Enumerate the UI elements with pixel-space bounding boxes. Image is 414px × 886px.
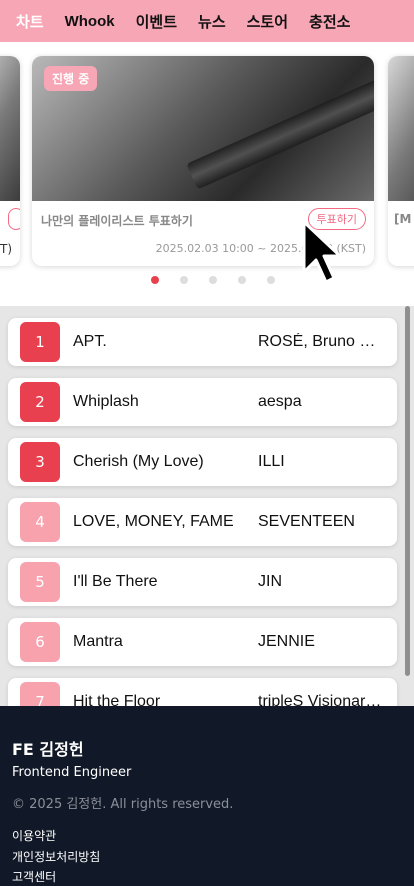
carousel-dots: [0, 276, 414, 284]
carousel-card-previous[interactable]: T): [0, 56, 20, 266]
chart-row[interactable]: 7 Hit the Floor tripleS Visionary Vision: [8, 678, 397, 706]
song-title: Hit the Floor: [73, 693, 161, 706]
artist-name: JENNIE: [258, 633, 315, 650]
mouse-cursor-icon: [302, 220, 342, 284]
chart-row[interactable]: 2 Whiplash aespa: [8, 378, 397, 426]
song-title: Cherish (My Love): [73, 453, 204, 470]
nav-tab-charging[interactable]: 충전소: [309, 11, 350, 32]
card-title-partial: [M: [394, 212, 412, 226]
rank-badge: 7: [20, 682, 60, 706]
nav-tab-whook[interactable]: Whook: [65, 13, 115, 30]
artist-name: aespa: [258, 393, 302, 410]
scrollbar[interactable]: [405, 306, 410, 676]
footer-link-terms[interactable]: 이용약관: [12, 827, 56, 844]
card-image: [388, 56, 414, 201]
vote-button-partial[interactable]: [8, 208, 20, 230]
artist-name: JIN: [258, 573, 282, 590]
carousel-card-next[interactable]: [M: [388, 56, 414, 266]
carousel-dot[interactable]: [267, 276, 275, 284]
footer-role: Frontend Engineer: [12, 765, 132, 780]
song-title: APT.: [73, 333, 107, 350]
carousel-dot[interactable]: [180, 276, 188, 284]
artist-name: ILLI: [258, 453, 285, 470]
footer-copyright: © 2025 김정헌. All rights reserved.: [12, 797, 234, 812]
chart-row[interactable]: 6 Mantra JENNIE: [8, 618, 397, 666]
rank-badge: 2: [20, 382, 60, 422]
rank-badge: 3: [20, 442, 60, 482]
song-title: LOVE, MONEY, FAME: [73, 513, 234, 530]
rank-badge: 4: [20, 502, 60, 542]
card-image: [0, 56, 20, 201]
rank-badge: 6: [20, 622, 60, 662]
status-badge: 진행 중: [44, 66, 98, 91]
artist-name: SEVENTEEN: [258, 513, 355, 530]
nav-tab-news[interactable]: 뉴스: [198, 11, 226, 32]
song-title: Mantra: [73, 633, 123, 650]
footer-link-privacy[interactable]: 개인정보처리방침: [12, 848, 100, 865]
chart-row[interactable]: 1 APT. ROSÉ, Bruno Mars: [8, 318, 397, 366]
artist-name: tripleS Visionary Vision: [258, 693, 383, 706]
nav-tab-store[interactable]: 스토어: [247, 11, 288, 32]
song-title: I'll Be There: [73, 573, 158, 590]
footer-name: FE 김정헌: [12, 740, 84, 759]
card-title: 나만의 플레이리스트 투표하기: [41, 214, 193, 228]
rank-badge: 1: [20, 322, 60, 362]
footer: FE 김정헌 Frontend Engineer © 2025 김정헌. All…: [0, 706, 414, 886]
nav-tab-chart[interactable]: 차트: [16, 11, 44, 32]
chart-row[interactable]: 5 I'll Be There JIN: [8, 558, 397, 606]
carousel-dot[interactable]: [238, 276, 246, 284]
artist-name: ROSÉ, Bruno Mars: [258, 333, 383, 350]
carousel-dot[interactable]: [209, 276, 217, 284]
top-nav: 차트 Whook 이벤트 뉴스 스토어 충전소: [0, 0, 414, 42]
rank-badge: 5: [20, 562, 60, 602]
card-date-partial: T): [0, 242, 12, 256]
event-carousel[interactable]: T) 진행 중 나만의 플레이리스트 투표하기 투표하기 2025.02.03 …: [0, 42, 414, 300]
guitar-photo: [186, 70, 374, 190]
carousel-dot[interactable]: [151, 276, 159, 284]
chart-row[interactable]: 4 LOVE, MONEY, FAME SEVENTEEN: [8, 498, 397, 546]
nav-tab-events[interactable]: 이벤트: [136, 11, 177, 32]
song-title: Whiplash: [73, 393, 139, 410]
chart-list[interactable]: 1 APT. ROSÉ, Bruno Mars 2 Whiplash aespa 3 Cher…: [0, 306, 414, 706]
footer-link-support[interactable]: 고객센터: [12, 868, 56, 885]
chart-row[interactable]: 3 Cherish (My Love) ILLI: [8, 438, 397, 486]
